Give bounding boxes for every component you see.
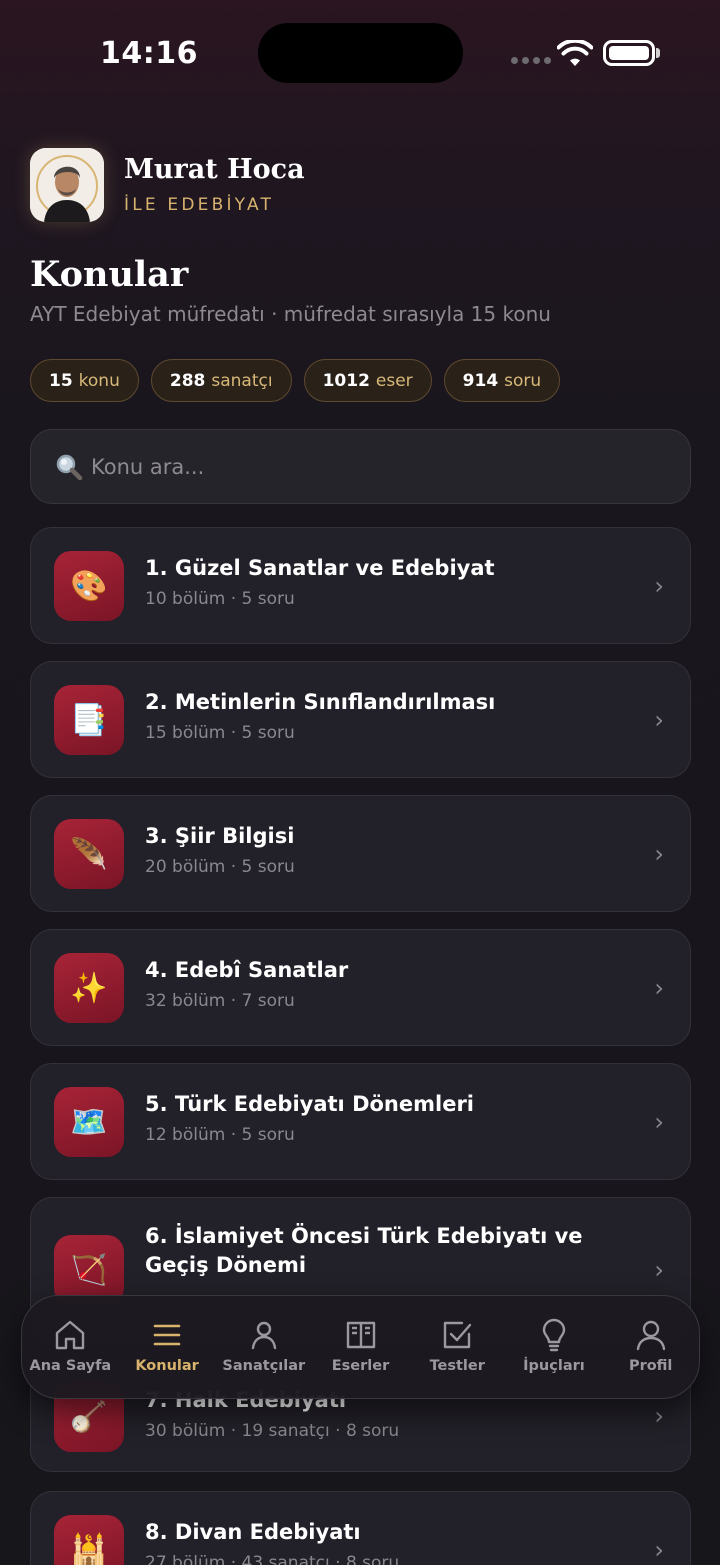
tab-label: İpuçları <box>523 1358 585 1374</box>
topic-title: 1. Güzel Sanatlar ve Edebiyat <box>145 556 495 580</box>
chevron-right-icon: › <box>654 974 664 1002</box>
topic-title: 4. Edebî Sanatlar <box>145 958 349 982</box>
topic-meta: 20 bölüm · 5 soru <box>145 856 295 877</box>
avatar <box>30 148 104 222</box>
status-time: 14:16 <box>100 36 198 71</box>
topic-card-8[interactable]: 🕌 8. Divan Edebiyatı 27 bölüm · 43 sanat… <box>30 1491 691 1565</box>
topic-meta: 12 bölüm · 5 soru <box>145 1124 295 1145</box>
profile-icon <box>636 1320 665 1351</box>
checkbox-icon <box>444 1321 472 1349</box>
status-bar: 14:16 <box>0 0 720 100</box>
document-icon: 📑 <box>54 685 124 755</box>
topic-meta: 32 bölüm · 7 soru <box>145 990 295 1011</box>
search-input[interactable] <box>91 454 651 479</box>
map-icon: 🗺️ <box>54 1087 124 1157</box>
topic-title: 6. İslamiyet Öncesi Türk Edebiyatı ve Ge… <box>145 1224 583 1277</box>
person-icon <box>251 1321 276 1350</box>
tab-sanatcilar[interactable]: Sanatçılar <box>215 1296 312 1398</box>
topic-meta: 27 bölüm · 43 sanatçı · 8 soru <box>145 1552 400 1565</box>
tab-ipuclari[interactable]: İpuçları <box>506 1296 603 1398</box>
tab-ana-sayfa[interactable]: Ana Sayfa <box>22 1296 119 1398</box>
chevron-right-icon: › <box>654 572 664 600</box>
brand-title: Murat Hoca <box>124 154 305 186</box>
stat-chip-sanatci: 288 sanatçı <box>150 359 292 402</box>
topic-meta: 10 bölüm · 5 soru <box>145 588 295 609</box>
mosque-icon: 🕌 <box>54 1515 124 1565</box>
cellular-signal-icon <box>511 57 551 64</box>
topic-meta: 15 bölüm · 5 soru <box>145 722 295 743</box>
page-description: AYT Edebiyat müfredatı · müfredat sırası… <box>30 302 551 326</box>
brand-subtitle: İLE EDEBİYAT <box>124 194 275 215</box>
topic-card-4[interactable]: ✨ 4. Edebî Sanatlar 32 bölüm · 7 soru › <box>30 929 691 1046</box>
topic-card-1[interactable]: 🎨 1. Güzel Sanatlar ve Edebiyat 10 bölüm… <box>30 527 691 644</box>
lightbulb-icon <box>542 1318 566 1352</box>
search-icon <box>56 454 83 480</box>
wifi-icon <box>557 40 593 66</box>
topic-title: 5. Türk Edebiyatı Dönemleri <box>145 1092 474 1116</box>
sparkles-icon: ✨ <box>54 953 124 1023</box>
palette-icon: 🎨 <box>54 551 124 621</box>
book-icon <box>346 1321 375 1349</box>
brand-header: Murat Hoca İLE EDEBİYAT <box>30 148 305 222</box>
chevron-right-icon: › <box>654 1256 664 1284</box>
chevron-right-icon: › <box>654 1108 664 1136</box>
tab-label: Testler <box>429 1358 485 1374</box>
topic-card-5[interactable]: 🗺️ 5. Türk Edebiyatı Dönemleri 12 bölüm … <box>30 1063 691 1180</box>
tab-label: Sanatçılar <box>222 1358 306 1374</box>
topic-title: 2. Metinlerin Sınıflandırılması <box>145 690 496 714</box>
menu-icon <box>153 1324 181 1346</box>
tab-eserler[interactable]: Eserler <box>312 1296 409 1398</box>
home-icon <box>56 1320 85 1350</box>
tab-label: Eserler <box>331 1358 390 1374</box>
dynamic-island <box>258 23 463 83</box>
topic-card-2[interactable]: 📑 2. Metinlerin Sınıflandırılması 15 böl… <box>30 661 691 778</box>
stat-chip-konu: 15 konu <box>30 359 139 402</box>
chevron-right-icon: › <box>654 840 664 868</box>
chevron-right-icon: › <box>654 1402 664 1430</box>
tab-konular[interactable]: Konular <box>119 1296 216 1398</box>
topic-card-3[interactable]: 🪶 3. Şiir Bilgisi 20 bölüm · 5 soru › <box>30 795 691 912</box>
stats-chips: 15 konu 288 sanatçı 1012 eser 914 soru <box>30 359 561 402</box>
tab-label: Konular <box>135 1358 199 1374</box>
search-bar[interactable] <box>30 429 691 504</box>
chevron-right-icon: › <box>654 1536 664 1564</box>
stat-chip-eser: 1012 eser <box>303 359 432 402</box>
tab-testler[interactable]: Testler <box>409 1296 506 1398</box>
tab-profil[interactable]: Profil <box>602 1296 699 1398</box>
page-title: Konular <box>30 254 189 295</box>
chevron-right-icon: › <box>654 706 664 734</box>
battery-cap <box>656 48 660 58</box>
topic-title: 3. Şiir Bilgisi <box>145 824 295 848</box>
avatar-portrait-icon <box>30 148 104 222</box>
topic-meta: 30 bölüm · 19 sanatçı · 8 soru <box>145 1420 400 1441</box>
bottom-tab-bar: Ana Sayfa Konular Sanatçılar Eserler Tes… <box>21 1295 700 1399</box>
battery-icon <box>603 40 655 66</box>
feather-icon: 🪶 <box>54 819 124 889</box>
tab-label: Ana Sayfa <box>29 1358 112 1374</box>
tab-label: Profil <box>628 1358 673 1374</box>
topic-title: 8. Divan Edebiyatı <box>145 1520 361 1544</box>
stat-chip-soru: 914 soru <box>443 359 561 402</box>
